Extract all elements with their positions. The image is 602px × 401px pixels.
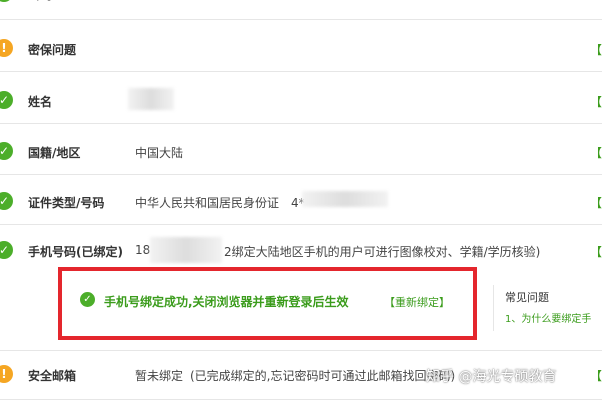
check-icon: ✓: [0, 192, 13, 210]
success-message: 手机号绑定成功,关闭浏览器并重新登录后生效: [104, 295, 349, 309]
row-password: ✓ 密码: [0, 0, 602, 20]
edit-link[interactable]: 【修: [590, 367, 602, 384]
faq-title: 常见问题: [505, 291, 549, 304]
row-phone: ✓ 手机号码(已绑定) 18 2绑定大陆地区手机的用户可进行图像校对、学籍/学历…: [0, 226, 602, 268]
row-security-question: ! 密保问题 【设: [0, 22, 602, 72]
watermark-text: 知乎 @海光专硕教育: [426, 369, 557, 385]
faq-divider: [493, 285, 494, 331]
row-label: 密保问题: [28, 43, 77, 57]
edit-link[interactable]: 【修: [590, 194, 602, 211]
check-icon: ✓: [0, 91, 13, 109]
rebind-link[interactable]: 【重新绑定】: [384, 294, 450, 310]
edit-link[interactable]: 【修: [590, 93, 602, 110]
row-label: 国籍/地区: [28, 146, 81, 160]
warning-icon: !: [0, 39, 13, 57]
check-icon: ✓: [0, 0, 13, 2]
check-icon: ✓: [0, 142, 13, 160]
row-id-document: ✓ 证件类型/号码 中华人民共和国居民身份证 4* 【修: [0, 175, 602, 225]
row-label: 证件类型/号码: [28, 196, 105, 210]
row-nationality: ✓ 国籍/地区 中国大陆 【修: [0, 125, 602, 175]
row-value-tail: 2绑定大陆地区手机的用户可进行图像校对、学籍/学历核验): [224, 245, 541, 259]
row-label: 姓名: [28, 95, 53, 109]
blurred-value: [128, 88, 174, 110]
row-label: 手机号码(已绑定): [28, 245, 123, 259]
edit-link[interactable]: 【修: [590, 144, 602, 161]
edit-link[interactable]: 【收: [590, 243, 602, 260]
set-link[interactable]: 【设: [590, 41, 602, 58]
row-value: 暂未绑定: [135, 369, 184, 383]
warning-icon: !: [0, 365, 13, 383]
faq-link[interactable]: 1、为什么要绑定手: [505, 310, 591, 325]
check-icon: ✓: [0, 241, 13, 259]
row-label: 密码: [28, 0, 52, 3]
blurred-value: [150, 237, 222, 263]
row-value: 中华人民共和国居民身份证 4*: [135, 196, 305, 210]
row-value: 中国大陆: [135, 146, 184, 160]
row-label: 安全邮箱: [28, 369, 77, 383]
row-value-tail: (已完成绑定的,忘记密码时可通过此邮箱找回密码): [190, 369, 456, 383]
row-value: 18: [135, 243, 151, 257]
check-circle-icon: ✓: [80, 292, 95, 307]
blurred-value: [302, 191, 388, 207]
row-name: ✓ 姓名 【修: [0, 74, 602, 124]
